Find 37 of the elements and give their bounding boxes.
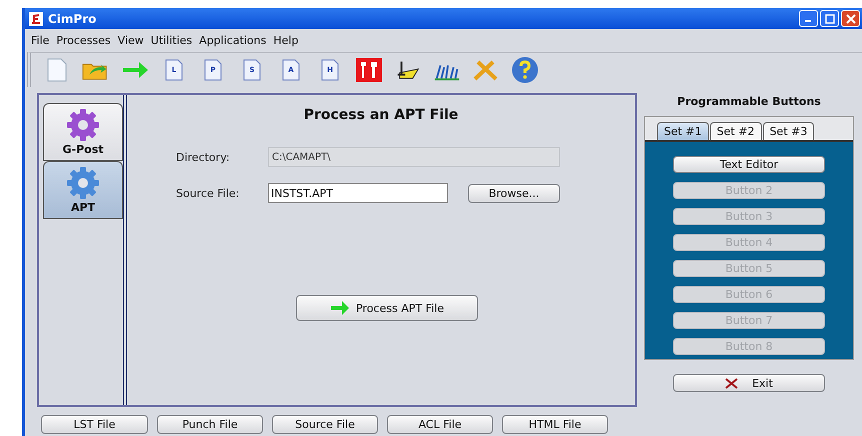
- file-button[interactable]: LST File: [41, 415, 148, 434]
- close-icon: [725, 378, 738, 388]
- file-button[interactable]: Punch File: [157, 415, 263, 434]
- module-tab[interactable]: APT: [43, 161, 123, 219]
- programmable-button[interactable]: Text Editor: [673, 156, 825, 173]
- file-button[interactable]: Source File: [272, 415, 378, 434]
- module-tab[interactable]: G-Post: [43, 103, 123, 161]
- exit-button[interactable]: Exit: [673, 374, 825, 392]
- menu-item[interactable]: File: [31, 34, 50, 47]
- close-button[interactable]: [841, 10, 860, 27]
- directory-label: Directory:: [176, 150, 231, 164]
- minimize-button[interactable]: [799, 10, 818, 27]
- window-title: CimPro: [48, 12, 96, 26]
- close-icon: [846, 14, 856, 24]
- maximize-button[interactable]: [820, 10, 839, 27]
- menu-item[interactable]: Processes: [56, 34, 111, 47]
- menu-item[interactable]: Utilities: [150, 34, 192, 47]
- set-tab[interactable]: Set #3: [762, 122, 814, 140]
- source-file-field[interactable]: INSTST.APT: [268, 183, 448, 203]
- file-button[interactable]: HTML File: [502, 415, 608, 434]
- menu-item[interactable]: View: [118, 34, 144, 47]
- help-icon[interactable]: [511, 56, 539, 84]
- programmable-buttons-title: Programmable Buttons: [677, 95, 821, 108]
- app-icon: [29, 12, 43, 26]
- new-document-icon[interactable]: [47, 58, 67, 82]
- file-button[interactable]: ACL File: [387, 415, 493, 434]
- set-tab[interactable]: Set #1: [657, 122, 709, 140]
- browse-button[interactable]: Browse...: [468, 184, 560, 202]
- set-tab[interactable]: Set #2: [710, 122, 762, 140]
- source-file-label: Source File:: [176, 186, 240, 200]
- menu-item[interactable]: Applications: [199, 34, 266, 47]
- process-button[interactable]: Process APT File: [296, 295, 478, 321]
- arrow-right-icon: [330, 301, 350, 315]
- directory-field: C:\CAMAPT\: [268, 147, 560, 167]
- panel-title: Process an APT File: [304, 107, 458, 123]
- maximize-icon: [824, 14, 834, 24]
- menu-item[interactable]: Help: [273, 34, 298, 47]
